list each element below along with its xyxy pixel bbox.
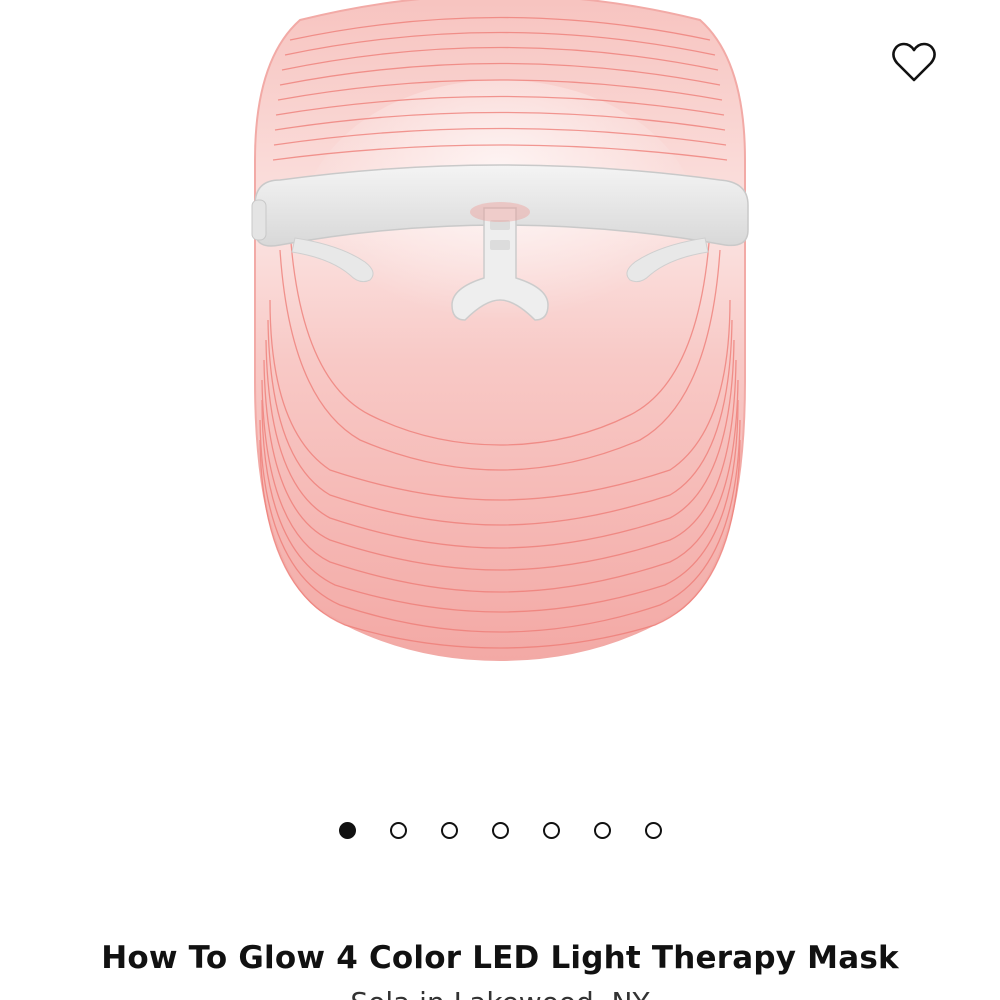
carousel-dot[interactable] [644,822,662,839]
carousel-dot[interactable] [338,822,356,839]
product-location: Sola in Lakewood, NY [0,986,1000,1000]
carousel-indicator [0,822,1000,846]
carousel-dot[interactable] [593,822,611,839]
product-page: How To Glow 4 Color LED Light Therapy Ma… [0,0,1000,1000]
carousel-dot[interactable] [389,822,407,839]
carousel-dot[interactable] [440,822,458,839]
product-image[interactable] [0,0,1000,760]
carousel-dot[interactable] [542,822,560,839]
favorite-button[interactable] [886,34,942,90]
carousel-dot[interactable] [491,822,509,839]
led-mask-illustration [251,0,749,662]
heart-outline-icon [892,42,936,82]
product-title: How To Glow 4 Color LED Light Therapy Ma… [101,940,899,976]
